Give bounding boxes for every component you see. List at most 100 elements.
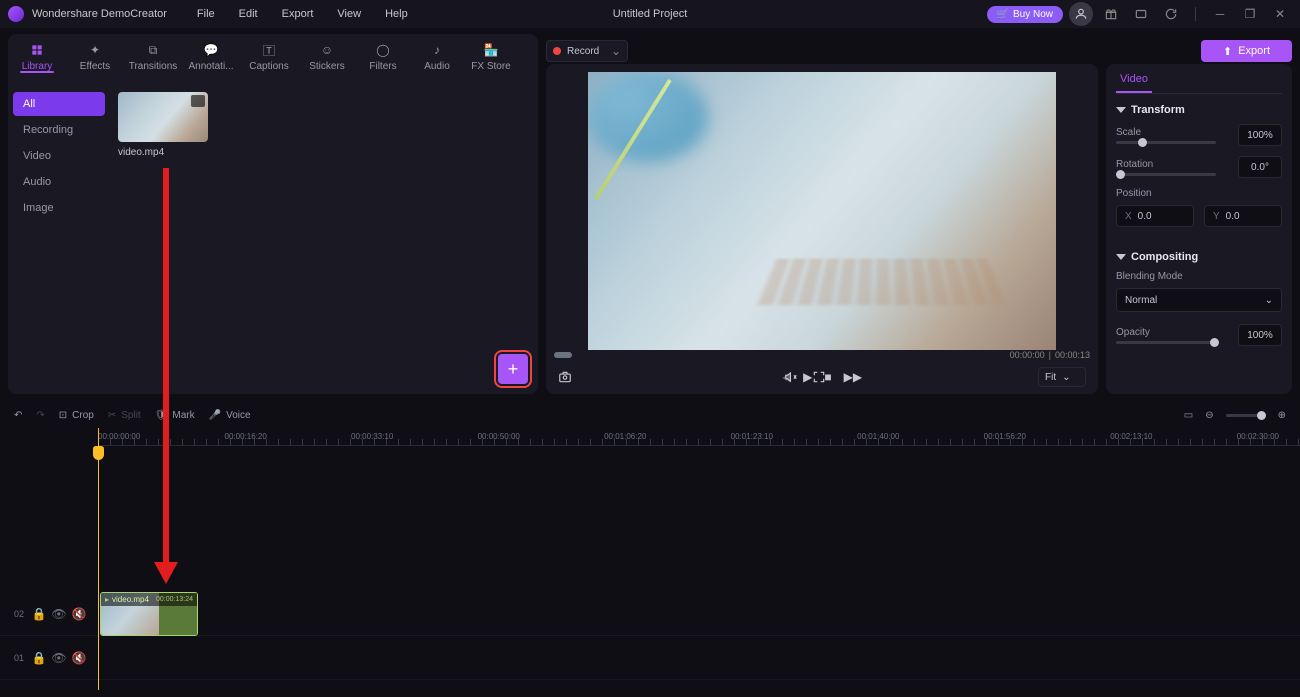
- tab-transitions[interactable]: ⧉Transitions: [124, 34, 182, 72]
- tab-fxstore[interactable]: 🏪FX Store: [464, 34, 518, 72]
- sidebar-item-image[interactable]: Image: [13, 196, 105, 220]
- y-value: 0.0: [1226, 211, 1240, 222]
- slider-thumb[interactable]: [1210, 338, 1219, 347]
- account-icon[interactable]: [1069, 2, 1093, 26]
- menu-help[interactable]: Help: [375, 5, 418, 23]
- preview-content: [758, 259, 1006, 305]
- prev-frame-button[interactable]: ◀: [782, 370, 791, 384]
- ruler-tick: 00:01:06:20: [604, 432, 646, 441]
- media-item-label: video.mp4: [118, 147, 208, 158]
- record-dot-icon: [553, 47, 561, 55]
- playhead[interactable]: [98, 428, 99, 690]
- voice-label: Voice: [226, 410, 250, 421]
- zoom-out-button[interactable]: ⊖: [1205, 410, 1213, 421]
- tab-stickers[interactable]: ☺ Stickers: [298, 34, 356, 72]
- preview-viewport[interactable]: [588, 72, 1056, 350]
- gift-icon[interactable]: [1099, 2, 1123, 26]
- stickers-icon: ☺: [318, 42, 336, 58]
- undo-button[interactable]: ↶: [14, 410, 22, 421]
- timeline-ruler[interactable]: 00:00:00:0000:00:16:2000:00:33:1000:00:5…: [98, 428, 1300, 446]
- aspect-button[interactable]: ▭: [1184, 410, 1193, 421]
- buy-now-button[interactable]: 🛒 Buy Now: [987, 6, 1063, 23]
- clip-name: video.mp4: [112, 595, 149, 604]
- maximize-button[interactable]: ❐: [1238, 2, 1262, 26]
- triangle-down-icon: [1116, 107, 1126, 113]
- zoom-in-button[interactable]: ⊕: [1278, 410, 1286, 421]
- opacity-label: Opacity: [1116, 327, 1186, 338]
- tab-library[interactable]: Library: [8, 34, 66, 72]
- tab-filters-label: Filters: [369, 61, 396, 72]
- track-number: 02: [14, 609, 26, 619]
- tab-stickers-label: Stickers: [309, 61, 345, 72]
- close-button[interactable]: ✕: [1268, 2, 1292, 26]
- slider-thumb[interactable]: [1257, 411, 1266, 420]
- media-item[interactable]: video.mp4: [118, 92, 208, 158]
- sidebar-item-all[interactable]: All: [13, 92, 105, 116]
- menu-export[interactable]: Export: [272, 5, 324, 23]
- scale-input[interactable]: 100%: [1238, 124, 1282, 146]
- props-tab-video[interactable]: Video: [1116, 67, 1152, 93]
- play-button[interactable]: ▶: [803, 370, 812, 384]
- preview-panel: 00:00:00 | 00:00:13 ◀ ▶ ■ ▶▶ Fit⌄: [546, 64, 1098, 394]
- section-transform[interactable]: Transform: [1116, 104, 1282, 116]
- slider-thumb[interactable]: [1138, 138, 1147, 147]
- slider-thumb[interactable]: [1116, 170, 1125, 179]
- redo-button[interactable]: ↷: [36, 410, 44, 421]
- crop-tool[interactable]: ⊡Crop: [59, 410, 94, 421]
- refresh-icon[interactable]: [1159, 2, 1183, 26]
- blend-mode-select[interactable]: Normal⌄: [1116, 288, 1282, 312]
- track-body[interactable]: ▸ video.mp4 00:00:13:24: [98, 592, 1300, 635]
- media-tabs: Library ✦Effects ⧉Transitions 💬Annotati.…: [8, 34, 538, 90]
- progress-indicator[interactable]: [554, 352, 572, 358]
- sidebar-item-audio[interactable]: Audio: [13, 170, 105, 194]
- track-body[interactable]: [98, 636, 1300, 679]
- y-axis-label: Y: [1213, 211, 1220, 222]
- tab-captions[interactable]: 🅃Captions: [240, 34, 298, 72]
- menu-view[interactable]: View: [327, 5, 371, 23]
- split-tool[interactable]: ✂Split: [108, 410, 141, 421]
- snapshot-button[interactable]: [558, 370, 572, 384]
- triangle-down-icon: [1116, 254, 1126, 260]
- tab-filters[interactable]: ◯Filters: [356, 34, 410, 72]
- sidebar-item-video[interactable]: Video: [13, 144, 105, 168]
- opacity-slider[interactable]: [1116, 341, 1216, 344]
- section-compositing[interactable]: Compositing: [1116, 251, 1282, 263]
- scale-slider[interactable]: [1116, 141, 1216, 144]
- total-time: 00:00:13: [1055, 350, 1090, 360]
- add-media-button[interactable]: +: [498, 354, 528, 384]
- menu-file[interactable]: File: [187, 5, 225, 23]
- rotation-slider[interactable]: [1116, 173, 1216, 176]
- position-y-input[interactable]: Y 0.0: [1204, 205, 1282, 227]
- record-button[interactable]: Record ⌄: [546, 40, 628, 62]
- fit-select[interactable]: Fit⌄: [1038, 367, 1086, 387]
- stop-button[interactable]: ■: [824, 370, 831, 384]
- message-icon[interactable]: [1129, 2, 1153, 26]
- voice-tool[interactable]: 🎤Voice: [209, 410, 251, 421]
- annotations-icon: 💬: [202, 42, 220, 58]
- tab-audio[interactable]: ♪Audio: [410, 34, 464, 72]
- library-sidebar: All Recording Video Audio Image: [8, 84, 110, 394]
- position-x-input[interactable]: X0.0: [1116, 205, 1194, 227]
- zoom-slider[interactable]: [1226, 414, 1266, 417]
- tab-fxstore-label: FX Store: [471, 61, 510, 72]
- opacity-input[interactable]: 100%: [1238, 324, 1282, 346]
- tab-annotations[interactable]: 💬Annotati...: [182, 34, 240, 72]
- ruler-tick: 00:01:23:10: [731, 432, 773, 441]
- eye-icon[interactable]: 👁: [52, 651, 66, 665]
- mute-icon[interactable]: 🔇: [72, 607, 86, 621]
- lock-icon[interactable]: 🔒: [32, 607, 46, 621]
- crop-icon: ⊡: [59, 410, 67, 421]
- next-frame-button[interactable]: ▶▶: [844, 370, 862, 384]
- rotation-input[interactable]: 0.0°: [1238, 156, 1282, 178]
- lock-icon[interactable]: 🔒: [32, 651, 46, 665]
- eye-icon[interactable]: 👁: [52, 607, 66, 621]
- timeline-clip[interactable]: ▸ video.mp4 00:00:13:24: [100, 592, 198, 636]
- mark-tool[interactable]: 🛡Mark: [155, 410, 195, 421]
- menu-edit[interactable]: Edit: [229, 5, 268, 23]
- minimize-button[interactable]: ─: [1208, 2, 1232, 26]
- export-button[interactable]: ⬆ Export: [1201, 40, 1292, 62]
- tab-effects[interactable]: ✦Effects: [66, 34, 124, 72]
- sidebar-item-recording[interactable]: Recording: [13, 118, 105, 142]
- transform-title: Transform: [1131, 104, 1185, 116]
- mute-icon[interactable]: 🔇: [72, 651, 86, 665]
